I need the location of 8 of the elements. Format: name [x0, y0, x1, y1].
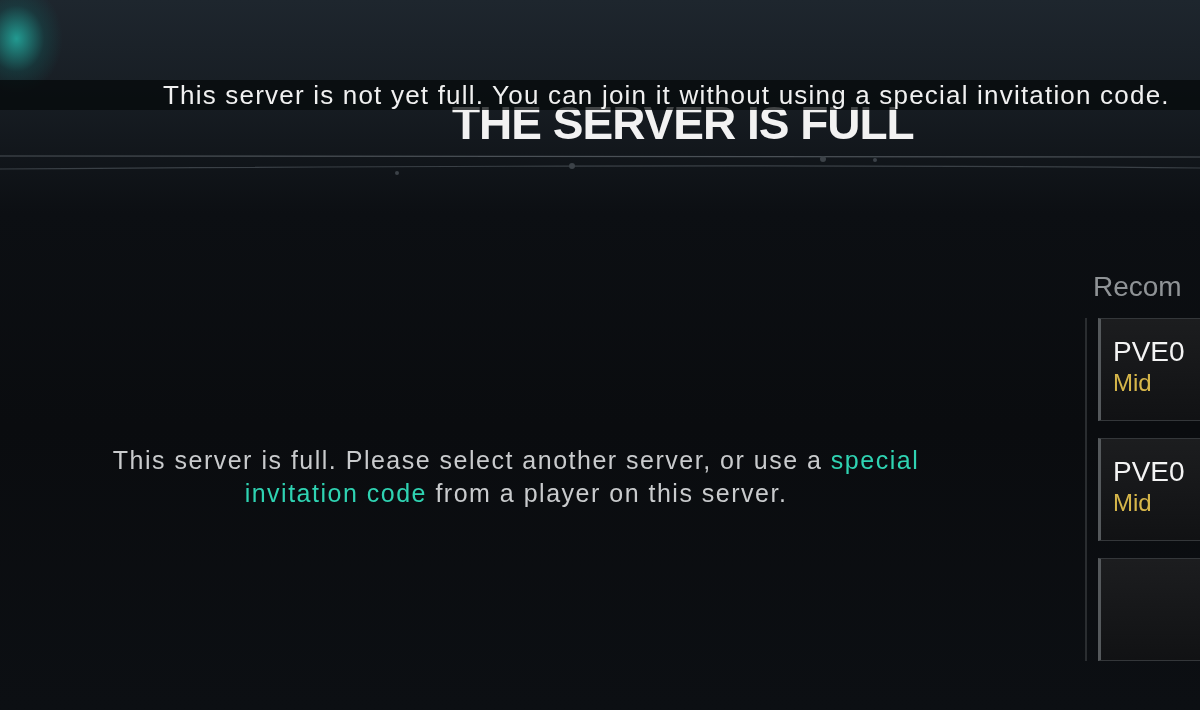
server-card[interactable]: PVE0 Mid [1098, 438, 1200, 541]
section-heading: Recom [1092, 270, 1183, 304]
server-name: PVE0 [1113, 335, 1185, 369]
difficulty-label: Mid [1113, 489, 1152, 517]
difficulty-label: Mid [1113, 369, 1152, 397]
server-card[interactable]: PVE0 Mid [1098, 318, 1200, 421]
message-text: This server is full. Please select another server, or use a special invitation code from a player on this server. [111, 445, 921, 509]
server-name: PVE0 [1113, 455, 1185, 489]
